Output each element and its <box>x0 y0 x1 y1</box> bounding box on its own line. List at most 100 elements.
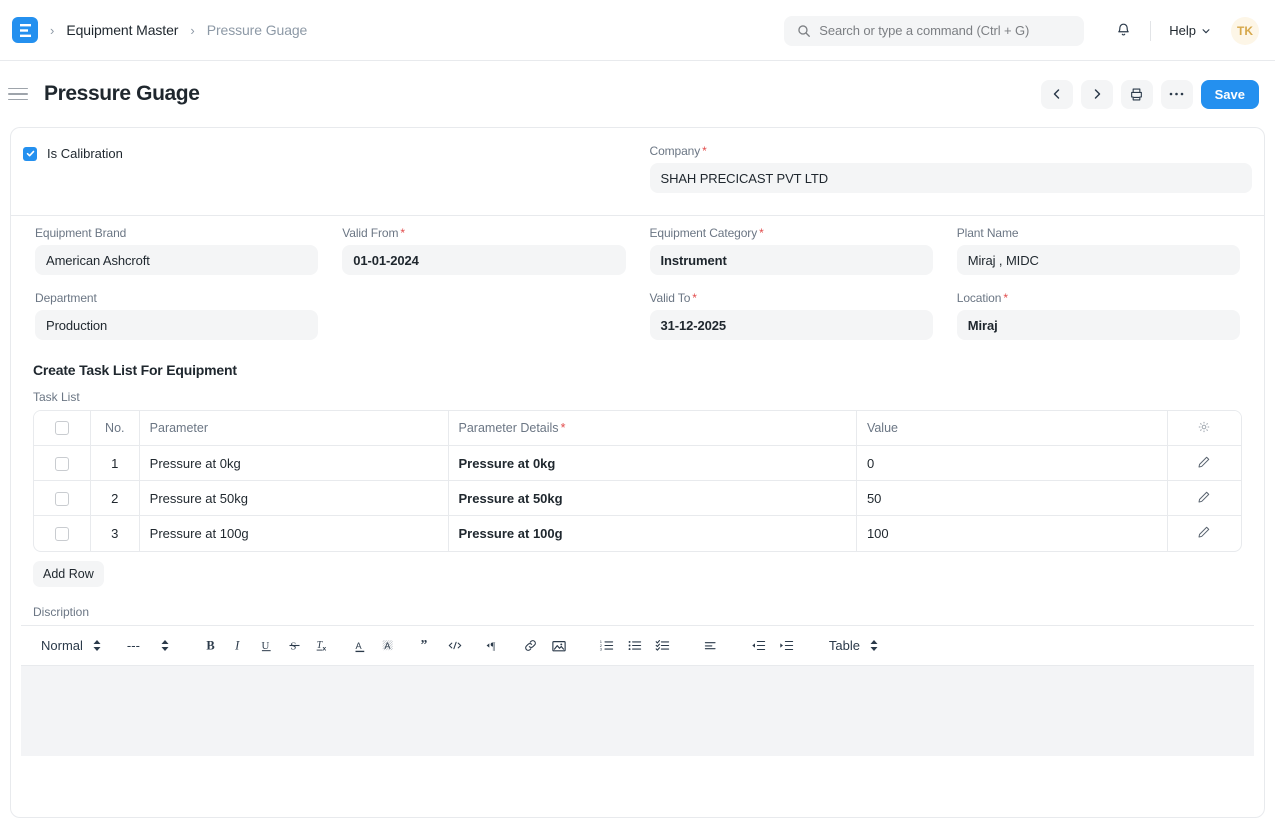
equipment-brand-input[interactable]: American Ashcroft <box>35 245 319 275</box>
search-placeholder: Search or type a command (Ctrl + G) <box>819 23 1030 38</box>
hamburger-icon[interactable] <box>6 82 30 106</box>
cell-no: 2 <box>90 481 140 516</box>
cell-parameter-details[interactable]: Pressure at 100g <box>449 516 857 551</box>
clear-format-icon[interactable]: Tx <box>309 632 337 660</box>
svg-text:A: A <box>356 640 363 650</box>
help-menu[interactable]: Help <box>1163 19 1217 42</box>
form-col-right: Company * SHAH PRECICAST PVT LTD <box>638 128 1265 205</box>
cell-value[interactable]: 100 <box>857 516 1168 551</box>
table-row[interactable]: 2 Pressure at 50kg Pressure at 50kg 50 <box>34 481 1241 516</box>
next-button[interactable] <box>1080 79 1113 109</box>
table-select[interactable]: Table <box>821 632 886 660</box>
blockquote-icon[interactable]: ” <box>413 632 441 660</box>
image-icon[interactable] <box>545 632 573 660</box>
cell-parameter[interactable]: Pressure at 50kg <box>139 481 449 516</box>
form-col-left: Is Calibration <box>11 128 638 205</box>
row-edit-cell <box>1167 446 1241 481</box>
row-select-cell <box>34 481 91 516</box>
equipment-brand-field: Equipment Brand American Ashcroft <box>23 216 330 281</box>
department-field: Department Production <box>23 281 330 346</box>
editor-toolbar: Normal --- B I U S T x A A ” ¶ 1 2 3 Tab… <box>21 626 1254 666</box>
underline-icon[interactable]: U <box>253 632 281 660</box>
equipment-brand-label: Equipment Brand <box>35 226 127 240</box>
pencil-icon[interactable] <box>1197 455 1211 469</box>
search-input[interactable]: Search or type a command (Ctrl + G) <box>784 15 1085 46</box>
table-row[interactable]: 3 Pressure at 100g Pressure at 100g 100 <box>34 516 1241 551</box>
bullet-list-icon[interactable] <box>621 632 649 660</box>
is-calibration-label: Is Calibration <box>47 146 123 161</box>
department-label: Department <box>35 291 97 305</box>
svg-text:”: ” <box>421 638 428 652</box>
ordered-list-icon[interactable]: 1 2 3 <box>593 632 621 660</box>
table-row[interactable]: 1 Pressure at 0kg Pressure at 0kg 0 <box>34 446 1241 481</box>
row-checkbox[interactable] <box>54 491 69 506</box>
company-field: Company * SHAH PRECICAST PVT LTD <box>649 128 1252 205</box>
company-input[interactable]: SHAH PRECICAST PVT LTD <box>649 163 1252 193</box>
navbar-divider <box>1150 20 1152 41</box>
row-checkbox[interactable] <box>54 456 69 471</box>
cell-value[interactable]: 50 <box>856 481 1168 516</box>
valid-from-input[interactable]: 01-01-2024 <box>342 245 626 275</box>
chevron-updown-icon <box>161 640 169 651</box>
font-select-value: --- <box>126 638 140 653</box>
department-input[interactable]: Production <box>35 310 319 340</box>
erpnext-logo-icon[interactable] <box>12 17 38 43</box>
help-label: Help <box>1169 23 1196 38</box>
breadcrumb-item-pressure-guage[interactable]: Pressure Guage <box>207 22 308 38</box>
checklist-icon[interactable] <box>649 632 677 660</box>
form-row-3: Department Production Valid To * 31-12-20… <box>11 281 1264 346</box>
indent-icon[interactable] <box>773 632 801 660</box>
valid-to-input[interactable]: 31-12-2025 <box>649 310 933 340</box>
style-select[interactable]: Normal <box>33 632 109 660</box>
align-icon[interactable] <box>697 632 725 660</box>
avatar[interactable]: TK <box>1231 16 1259 45</box>
link-icon[interactable] <box>517 632 545 660</box>
bold-icon[interactable]: B <box>197 632 225 660</box>
save-button[interactable]: Save <box>1200 79 1259 109</box>
code-block-icon[interactable] <box>441 632 469 660</box>
location-input[interactable]: Miraj <box>956 310 1240 340</box>
paragraph-direction-icon[interactable]: ¶ <box>479 632 507 660</box>
is-calibration-field[interactable]: Is Calibration <box>23 128 626 167</box>
cell-no: 1 <box>90 446 140 481</box>
cell-parameter[interactable]: Pressure at 100g <box>140 516 449 551</box>
cell-parameter-details[interactable]: Pressure at 50kg <box>448 481 857 516</box>
form-row-1: Is Calibration Company * SHAH PRECICAST P… <box>11 128 1264 205</box>
row-edit-cell <box>1167 481 1241 516</box>
bell-icon[interactable] <box>1108 16 1138 46</box>
pencil-icon[interactable] <box>1197 490 1211 504</box>
gear-icon[interactable] <box>1197 420 1211 434</box>
equipment-category-field: Equipment Category * Instrument <box>638 216 945 281</box>
row-checkbox[interactable] <box>54 527 69 542</box>
required-marker: * <box>400 226 405 240</box>
cell-parameter-details[interactable]: Pressure at 0kg <box>448 446 857 481</box>
equipment-category-input[interactable]: Instrument <box>649 245 933 275</box>
outdent-icon[interactable] <box>745 632 773 660</box>
italic-icon[interactable]: I <box>225 632 253 660</box>
chevron-updown-icon <box>93 640 101 651</box>
prev-button[interactable] <box>1040 79 1073 109</box>
breadcrumb-separator-2: › <box>190 22 195 38</box>
cell-no: 3 <box>91 516 140 551</box>
breadcrumb-item-equipment-master[interactable]: Equipment Master <box>66 22 178 38</box>
highlight-color-icon[interactable]: A <box>375 632 403 660</box>
table-header-row: No. Parameter Parameter Details * Value <box>34 411 1241 446</box>
editor-content-area[interactable] <box>21 666 1254 756</box>
text-color-icon[interactable]: A <box>347 632 375 660</box>
more-menu-button[interactable] <box>1160 79 1193 109</box>
cell-value[interactable]: 0 <box>856 446 1168 481</box>
select-all-checkbox[interactable] <box>54 421 69 436</box>
pencil-icon[interactable] <box>1197 525 1211 539</box>
svg-text:¶: ¶ <box>491 642 496 653</box>
printer-icon[interactable] <box>1120 79 1153 109</box>
cell-parameter[interactable]: Pressure at 0kg <box>139 446 449 481</box>
svg-text:I: I <box>235 639 241 653</box>
svg-text:3: 3 <box>600 646 603 651</box>
plant-name-input[interactable]: Miraj , MIDC <box>956 245 1240 275</box>
font-select[interactable]: --- <box>119 632 177 660</box>
chevron-down-icon <box>1201 26 1211 36</box>
strikethrough-icon[interactable]: S <box>281 632 309 660</box>
is-calibration-checkbox[interactable] <box>23 146 37 161</box>
plant-name-label: Plant Name <box>956 226 1019 240</box>
add-row-button[interactable]: Add Row <box>33 561 104 587</box>
